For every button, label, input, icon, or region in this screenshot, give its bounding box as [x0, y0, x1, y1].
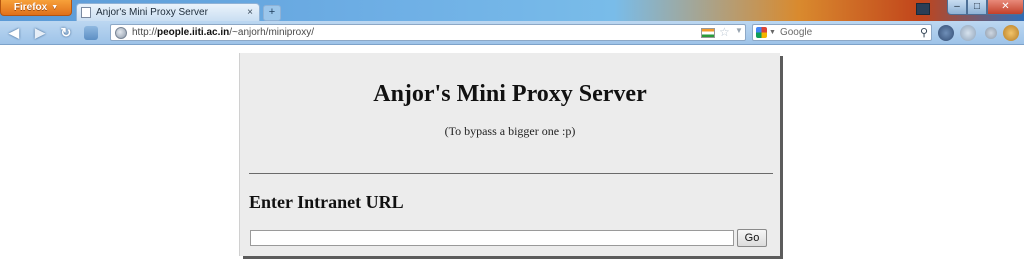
horizontal-rule: [249, 173, 773, 174]
new-tab-button[interactable]: +: [263, 5, 281, 21]
addon-toolbar-icon[interactable]: [938, 25, 954, 41]
page-icon: [81, 7, 91, 18]
tab-groups-icon[interactable]: [916, 3, 930, 15]
url-history-dropdown-icon[interactable]: ▼: [735, 26, 743, 35]
google-icon[interactable]: [756, 27, 767, 38]
bookmark-star-icon[interactable]: ☆: [719, 25, 730, 39]
go-button[interactable]: Go: [737, 229, 767, 247]
search-icon[interactable]: ⚲: [920, 26, 928, 39]
firefox-menu-button[interactable]: Firefox ▼: [0, 0, 72, 16]
url-path: /~anjorh/miniproxy/: [229, 27, 315, 38]
reload-button[interactable]: ↻: [58, 25, 74, 41]
addon-small-icon[interactable]: [985, 27, 997, 39]
tab-close-icon[interactable]: ×: [245, 7, 255, 18]
rss-feed-icon[interactable]: [84, 26, 98, 40]
search-bar[interactable]: ▼ Google ⚲: [752, 24, 932, 41]
page-title: Anjor's Mini Proxy Server: [373, 81, 647, 107]
back-button[interactable]: ◀: [6, 25, 22, 41]
page-subtitle: (To bypass a bigger one :p): [444, 124, 576, 138]
search-placeholder[interactable]: Google: [780, 27, 920, 38]
addon-extension-icon[interactable]: [1003, 25, 1019, 41]
url-domain: people.iiti.ac.in: [157, 27, 230, 38]
minimize-button[interactable]: –: [947, 0, 967, 15]
addon-secondary-icon[interactable]: [960, 25, 976, 41]
section-heading: Enter Intranet URL: [249, 192, 404, 212]
url-prefix: http://: [132, 27, 158, 38]
navigation-toolbar: ◀ ▶ ↻ http://people.iiti.ac.in/~anjorh/m…: [0, 21, 1024, 45]
intranet-url-input[interactable]: [250, 230, 734, 246]
address-bar[interactable]: http://people.iiti.ac.in/~anjorh/minipro…: [110, 24, 746, 41]
browser-tab[interactable]: Anjor's Mini Proxy Server ×: [76, 3, 260, 21]
chevron-down-icon: ▼: [51, 4, 59, 11]
site-identity-globe-icon[interactable]: [115, 26, 127, 39]
address-text[interactable]: http://people.iiti.ac.in/~anjorh/minipro…: [132, 27, 314, 38]
maximize-button[interactable]: □: [967, 0, 987, 15]
forward-button[interactable]: ▶: [32, 25, 48, 41]
search-engine-dropdown-icon[interactable]: ▼: [769, 29, 776, 36]
tab-title: Anjor's Mini Proxy Server: [96, 7, 208, 18]
close-window-button[interactable]: ✕: [987, 0, 1024, 15]
india-flag-icon: [701, 28, 715, 38]
proxy-form-panel: Anjor's Mini Proxy Server (To bypass a b…: [240, 53, 780, 256]
window-titlebar: Firefox ▼ Anjor's Mini Proxy Server × + …: [0, 0, 1024, 21]
firefox-menu-label: Firefox: [13, 2, 48, 13]
